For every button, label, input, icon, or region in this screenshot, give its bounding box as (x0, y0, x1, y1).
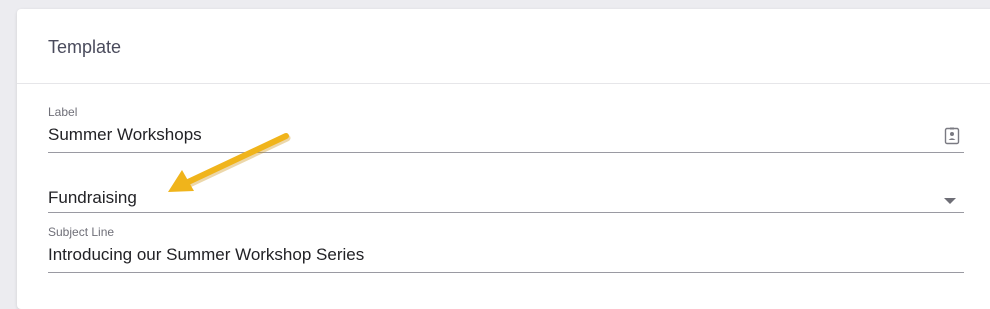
dropdown-arrow-icon[interactable] (943, 192, 957, 210)
category-select-value[interactable]: Fundraising (48, 188, 137, 208)
label-field-label: Label (48, 105, 78, 119)
label-field-underline (48, 152, 964, 153)
subject-line-value[interactable]: Introducing our Summer Workshop Series (48, 245, 364, 265)
subject-line-underline (48, 272, 964, 273)
subject-line-label: Subject Line (48, 225, 115, 239)
template-card: Template Label Summer Workshops Fundrais… (17, 9, 990, 309)
category-select-underline (48, 212, 964, 213)
label-field[interactable]: Label Summer Workshops (48, 105, 964, 155)
subject-line-field[interactable]: Subject Line Introducing our Summer Work… (48, 225, 964, 275)
card-title: Template (48, 37, 122, 57)
card-header: Template (17, 9, 990, 84)
label-field-value[interactable]: Summer Workshops (48, 125, 202, 145)
contact-card-icon[interactable] (944, 127, 960, 150)
category-select[interactable]: Fundraising (48, 179, 964, 215)
